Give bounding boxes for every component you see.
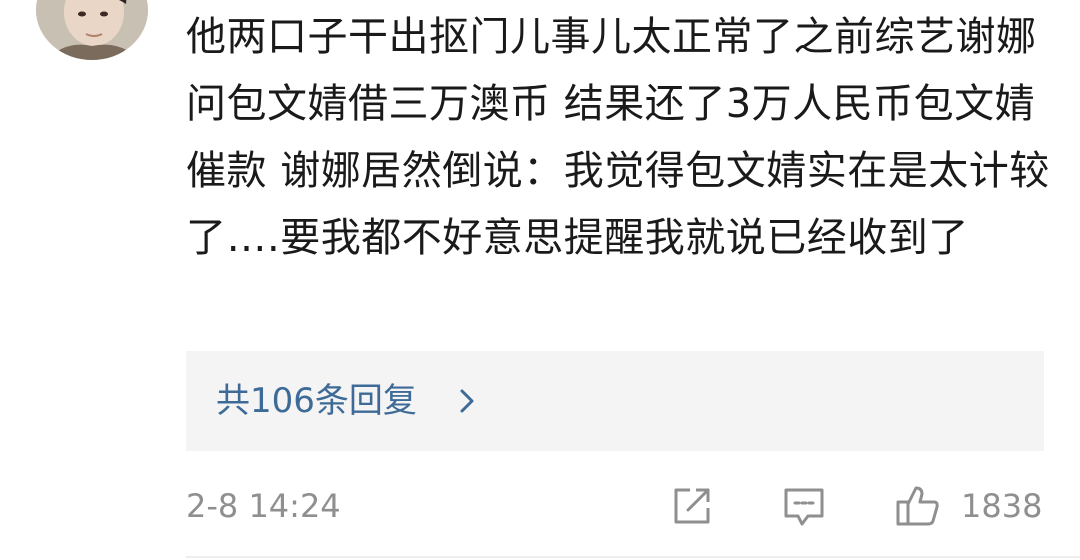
- comment-icon[interactable]: [780, 482, 828, 530]
- chevron-right-icon: [460, 389, 474, 413]
- comment-page: 他两口子干出抠门儿事儿太正常了之前综艺谢娜问包文婧借三万澳币 结果还了3万人民币…: [0, 0, 1080, 560]
- replies-count-label: 共106条回复: [216, 381, 417, 421]
- like-count: 1838: [961, 487, 1043, 525]
- divider: [186, 556, 1080, 558]
- avatar[interactable]: [36, 0, 148, 60]
- timestamp: 2-8 14:24: [186, 487, 341, 525]
- comment-meta-bar: 2-8 14:24 1838: [186, 478, 1056, 534]
- share-icon[interactable]: [668, 482, 716, 530]
- view-replies-button[interactable]: 共106条回复: [186, 351, 1044, 451]
- avatar-image: [36, 0, 148, 60]
- thumbs-up-icon[interactable]: [894, 482, 942, 530]
- comment-text: 他两口子干出抠门儿事儿太正常了之前综艺谢娜问包文婧借三万澳币 结果还了3万人民币…: [186, 14, 1050, 261]
